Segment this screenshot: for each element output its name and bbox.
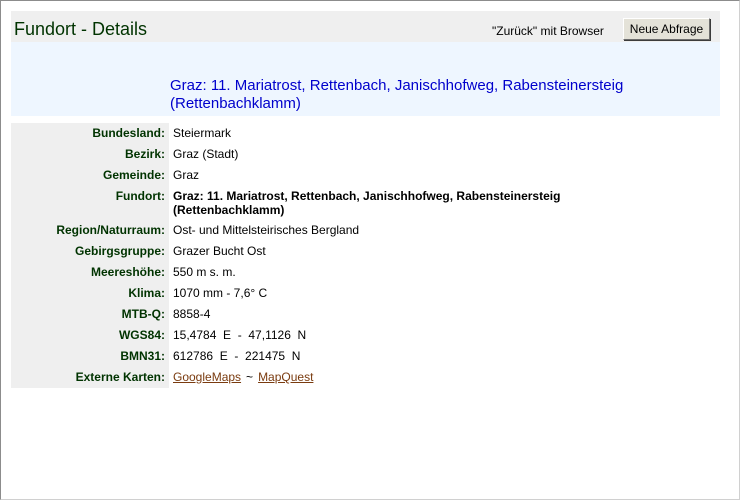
detail-row-gebirgsgruppe: Gebirgsgruppe: Grazer Bucht Ost — [11, 241, 720, 262]
new-query-button[interactable]: Neue Abfrage — [623, 18, 710, 40]
detail-label: Gebirgsgruppe: — [11, 241, 169, 262]
header-bar: Fundort - Details "Zurück" mit Browser N… — [11, 11, 720, 42]
detail-row-externe-karten: Externe Karten: GoogleMaps ~ MapQuest — [11, 367, 720, 388]
detail-label: Gemeinde: — [11, 165, 169, 186]
detail-row-bundesland: Bundesland: Steiermark — [11, 123, 720, 144]
link-separator: ~ — [246, 370, 254, 384]
detail-row-meereshoehe: Meereshöhe: 550 m s. m. — [11, 262, 720, 283]
details-table: Bundesland: Steiermark Bezirk: Graz (Sta… — [11, 123, 720, 388]
detail-value: 15,4784 E - 47,1126 N — [173, 328, 307, 342]
location-banner: Graz: 11. Mariatrost, Rettenbach, Janisc… — [11, 42, 720, 116]
location-heading: Graz: 11. Mariatrost, Rettenbach, Janisc… — [170, 77, 624, 112]
detail-row-mtbq: MTB-Q: 8858-4 — [11, 304, 720, 325]
detail-row-fundort: Fundort: Graz: 11. Mariatrost, Rettenbac… — [11, 186, 720, 220]
detail-label: WGS84: — [11, 325, 169, 346]
detail-label: Meereshöhe: — [11, 262, 169, 283]
detail-label: Klima: — [11, 283, 169, 304]
page-title: Fundort - Details — [14, 19, 148, 39]
detail-row-bmn31: BMN31: 612786 E - 221475 N — [11, 346, 720, 367]
mapquest-link[interactable]: MapQuest — [258, 370, 313, 384]
googlemaps-link[interactable]: GoogleMaps — [173, 370, 241, 384]
back-hint: "Zurück" mit Browser — [492, 24, 604, 38]
detail-label: Region/Naturraum: — [11, 220, 169, 241]
detail-row-gemeinde: Gemeinde: Graz — [11, 165, 720, 186]
detail-value: Ost- und Mittelsteirisches Bergland — [173, 223, 360, 237]
detail-label: Fundort: — [11, 186, 169, 220]
detail-value: Graz (Stadt) — [173, 147, 239, 161]
detail-value: 1070 mm - 7,6° C — [173, 286, 268, 300]
detail-row-bezirk: Bezirk: Graz (Stadt) — [11, 144, 720, 165]
detail-value: Steiermark — [173, 126, 232, 140]
external-maps-links: GoogleMaps ~ MapQuest — [169, 367, 573, 388]
detail-row-klima: Klima: 1070 mm - 7,6° C — [11, 283, 720, 304]
detail-value: Graz: 11. Mariatrost, Rettenbach, Janisc… — [173, 189, 561, 217]
detail-row-region: Region/Naturraum: Ost- und Mittelsteiris… — [11, 220, 720, 241]
detail-value: 8858-4 — [173, 307, 211, 321]
detail-label: MTB-Q: — [11, 304, 169, 325]
detail-label: Externe Karten: — [11, 367, 169, 388]
detail-value: 612786 E - 221475 N — [173, 349, 301, 363]
detail-row-wgs84: WGS84: 15,4784 E - 47,1126 N — [11, 325, 720, 346]
detail-label: Bundesland: — [11, 123, 169, 144]
detail-label: BMN31: — [11, 346, 169, 367]
detail-value: Grazer Bucht Ost — [173, 244, 266, 258]
detail-value: 550 m s. m. — [173, 265, 236, 279]
detail-label: Bezirk: — [11, 144, 169, 165]
detail-value: Graz — [173, 168, 200, 182]
page-frame: Fundort - Details "Zurück" mit Browser N… — [0, 0, 740, 500]
